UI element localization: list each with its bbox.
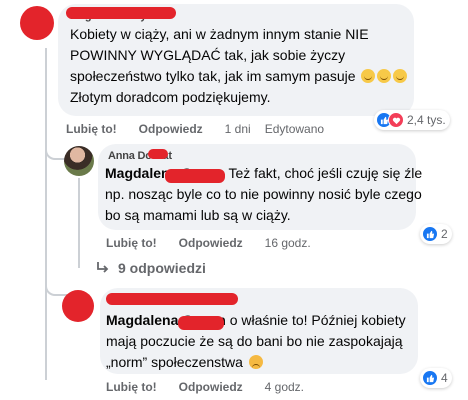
comment-actions: Lubię to! Odpowiedz 4 godz. (106, 380, 304, 394)
reply-button[interactable]: Odpowiedz (139, 122, 203, 136)
comment-line: POWINNY WYGLĄDAĆ tak, jak sobie życzy (70, 47, 346, 63)
avatar[interactable] (20, 6, 54, 40)
thread-elbow (45, 274, 67, 296)
thread-line (45, 48, 47, 380)
subthread-line (78, 178, 80, 246)
comment-line: społeczeństwo tylko tak, jak im samym pa… (70, 66, 408, 87)
view-replies-link[interactable]: 9 odpowiedzi (96, 260, 206, 276)
comment-actions: Lubię to! Odpowiedz 1 dni Edytowano (66, 122, 324, 136)
comment-line: np. nosząc byle co to nie powinny nosić … (105, 186, 422, 202)
redaction (165, 169, 225, 183)
timestamp[interactable]: 4 godz. (265, 380, 304, 394)
like-reaction-icon (422, 370, 438, 386)
comment-actions: Lubię to! Odpowiedz 16 godz. (106, 236, 311, 250)
comment-line: bo są mamami lub są w ciąży. (105, 207, 291, 223)
comment-line: „norm” społeczenstwa (106, 352, 406, 373)
reaction-count: 2 (441, 227, 448, 241)
smiling-emoji-icon (393, 69, 408, 83)
redaction (66, 7, 176, 19)
avatar[interactable] (62, 290, 94, 322)
timestamp[interactable]: 16 godz. (265, 236, 311, 250)
like-reaction-icon (422, 226, 438, 242)
reply-button[interactable]: Odpowiedz (179, 380, 243, 394)
reaction-count: 2,4 tys. (407, 113, 446, 127)
timestamp[interactable]: 1 dni (225, 122, 251, 136)
comment-text: Magdalena Gygan Też fakt, choć jeśli czu… (105, 163, 422, 226)
redaction (148, 149, 168, 159)
comment-line: Kobiety w ciąży, ani w żadnym innym stan… (70, 26, 369, 42)
comment-line: mają poczucie że są do bani bo nie zaspo… (106, 333, 403, 349)
smiling-emoji-icon (377, 69, 392, 83)
reactions-summary[interactable]: 4 (420, 368, 452, 388)
love-reaction-icon (388, 112, 404, 128)
comment-line: Magdalena Gygan o właśnie to! Później ko… (106, 312, 406, 330)
subthread-elbow (78, 238, 94, 268)
comment-text: Kobiety w ciąży, ani w żadnym innym stan… (70, 24, 408, 108)
comment-author[interactable]: Magdalena Gryc (66, 7, 176, 23)
mention-link[interactable]: Magdalena Gygan (105, 165, 225, 183)
like-button[interactable]: Lubię to! (106, 236, 157, 250)
redaction (178, 316, 224, 330)
comment-line: Złotym doradcom podziękujemy. (70, 89, 271, 105)
comment-author[interactable]: Anna Dobrat (108, 149, 172, 163)
mention-link[interactable]: Magdalena Gygan (106, 312, 226, 330)
reactions-summary[interactable]: 2 (420, 224, 452, 244)
avatar[interactable] (64, 146, 94, 176)
reaction-count: 4 (441, 371, 448, 385)
reply-arrow-icon (97, 262, 109, 273)
reactions-summary[interactable]: 2,4 tys. (374, 110, 450, 130)
edited-label: Edytowano (264, 122, 325, 136)
like-button[interactable]: Lubię to! (66, 122, 117, 136)
comment-line: Magdalena Gygan Też fakt, choć jeśli czu… (105, 165, 423, 183)
sad-emoji-icon (248, 355, 263, 369)
smiling-emoji-icon (361, 69, 376, 83)
reply-button[interactable]: Odpowiedz (179, 236, 243, 250)
redaction (106, 293, 238, 305)
comment-text: Magdalena Gygan o właśnie to! Później ko… (106, 310, 406, 373)
like-button[interactable]: Lubię to! (106, 380, 157, 394)
